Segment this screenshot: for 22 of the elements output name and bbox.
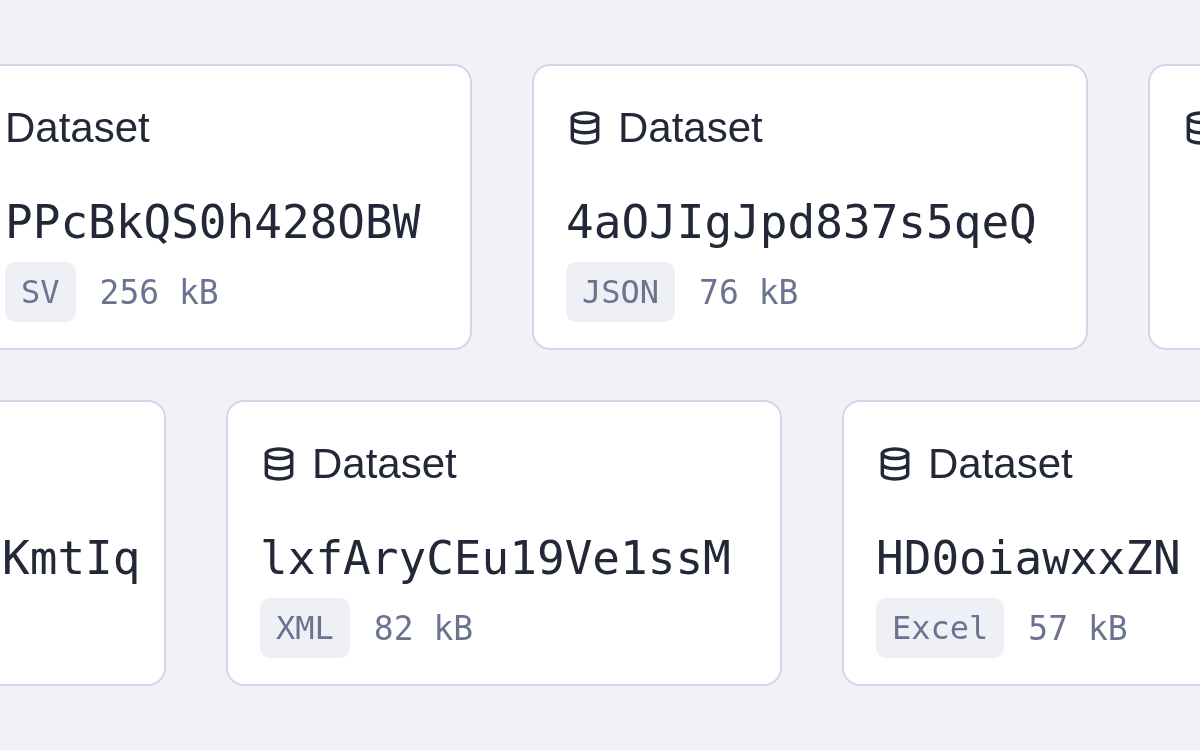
file-size: 57 kB xyxy=(1028,608,1128,648)
card-title: Dataset xyxy=(928,440,1073,488)
dataset-card[interactable]: KmtIq xyxy=(0,400,166,686)
dataset-card[interactable]: Dataset PPcBkQS0h428OBW SV 256 kB xyxy=(0,64,472,350)
card-title: Dataset xyxy=(312,440,457,488)
card-title: Dataset xyxy=(5,104,150,152)
dataset-id: KmtIq xyxy=(2,530,141,586)
format-tag: XML xyxy=(260,598,350,658)
dataset-card[interactable]: Dataset HD0oiawxxZN Excel 57 kB xyxy=(842,400,1200,686)
dataset-id: PPcBkQS0h428OBW xyxy=(5,194,421,250)
dataset-id: 4aOJIgJpd837s5qeQ xyxy=(566,194,1037,250)
file-size: 256 kB xyxy=(99,272,219,312)
dataset-id: HD0oiawxxZN xyxy=(876,530,1181,586)
card-title: Dataset xyxy=(618,104,763,152)
format-tag: JSON xyxy=(566,262,676,322)
dataset-card[interactable]: Dataset lxfAryCEu19Ve1ssM XML 82 kB xyxy=(226,400,782,686)
dataset-card[interactable]: Dataset 4aOJIgJpd837s5qeQ JSON 76 kB xyxy=(532,64,1088,350)
format-tag: Excel xyxy=(876,598,1005,658)
file-size: 76 kB xyxy=(699,272,799,312)
format-tag: SV xyxy=(5,262,76,322)
dataset-id: lxfAryCEu19Ve1ssM xyxy=(260,530,731,586)
file-size: 82 kB xyxy=(373,608,474,648)
